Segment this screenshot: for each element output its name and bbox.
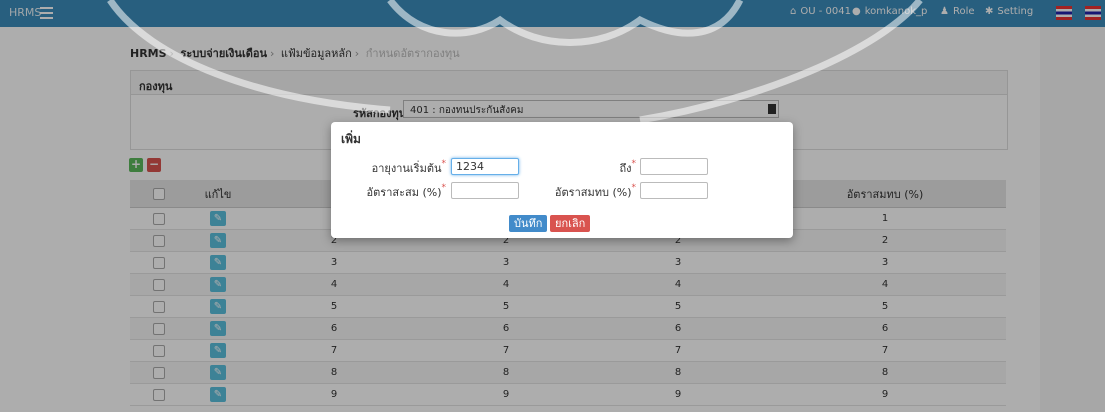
contrib-rate-input[interactable]: [640, 182, 708, 199]
cancel-button[interactable]: ยกเลิก: [550, 215, 591, 232]
to-input[interactable]: [640, 158, 708, 175]
contrib-rate-label: อัตราสมทบ (%)*: [554, 183, 636, 199]
add-dialog: เพิ่ม อายุงานเริ่มต้น* 1234 ถึง* อัตราสะ…: [331, 122, 793, 238]
start-age-input[interactable]: 1234: [451, 158, 519, 175]
to-label: ถึง*: [619, 159, 636, 175]
save-button[interactable]: บันทึก: [509, 215, 548, 232]
start-age-label: อายุงานเริ่มต้น*: [371, 159, 446, 175]
dialog-title: เพิ่ม: [341, 132, 361, 146]
accum-rate-label: อัตราสะสม (%)*: [366, 183, 446, 199]
accum-rate-input[interactable]: [451, 182, 519, 199]
